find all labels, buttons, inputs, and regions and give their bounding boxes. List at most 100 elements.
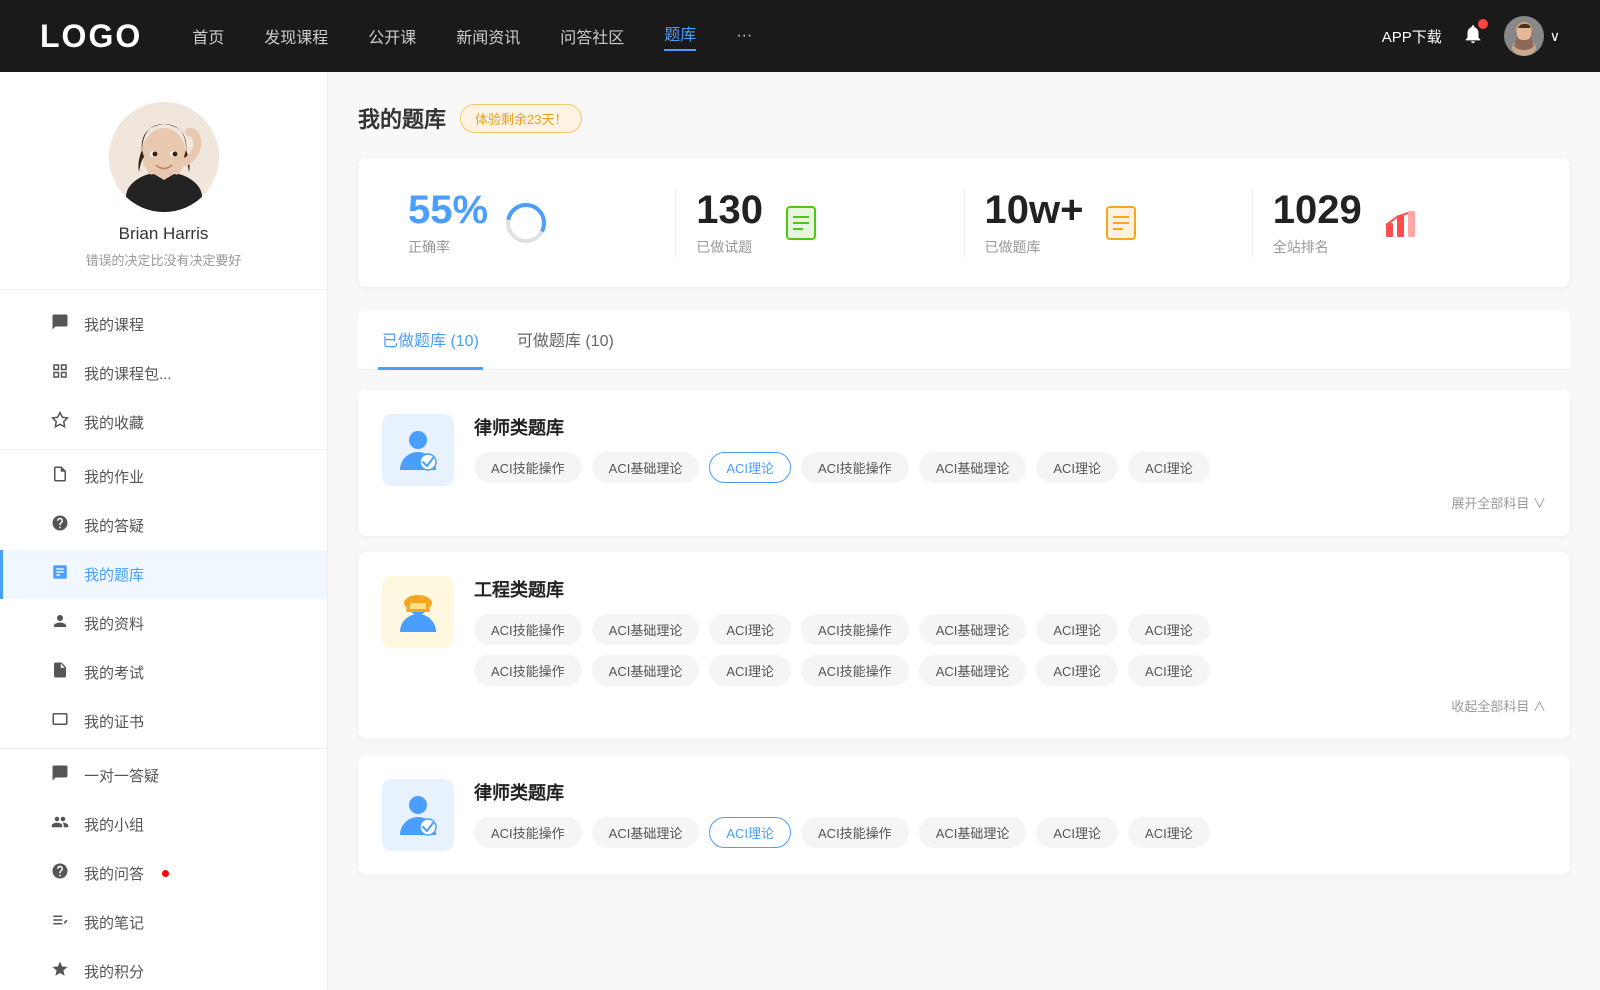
chevron-down-icon: ∨ bbox=[1550, 28, 1560, 45]
sidebar-item-notes[interactable]: 我的笔记 bbox=[0, 898, 327, 947]
tutoring-icon bbox=[50, 764, 70, 787]
sidebar-item-cert-label: 我的证书 bbox=[84, 711, 144, 732]
tag[interactable]: ACI基础理论 bbox=[919, 614, 1027, 645]
notification-bell[interactable] bbox=[1462, 23, 1484, 50]
sidebar-item-profile[interactable]: 我的资料 bbox=[0, 599, 327, 648]
tag[interactable]: ACI基础理论 bbox=[919, 817, 1027, 848]
sidebar-item-homework[interactable]: 我的作业 bbox=[0, 452, 327, 501]
profile-section: Brian Harris 错误的决定比没有决定要好 bbox=[0, 102, 327, 290]
logo: LOGO bbox=[40, 18, 142, 55]
tag[interactable]: ACI基础理论 bbox=[592, 655, 700, 686]
app-download-link[interactable]: APP下载 bbox=[1382, 26, 1442, 47]
user-avatar-wrapper[interactable]: ∨ bbox=[1504, 16, 1560, 56]
sidebar-item-course[interactable]: 我的课程 bbox=[0, 300, 327, 349]
nav-discover[interactable]: 发现课程 bbox=[264, 24, 328, 48]
bar-chart-icon bbox=[1378, 201, 1422, 245]
sidebar-item-tutoring[interactable]: 一对一答疑 bbox=[0, 751, 327, 800]
bank-2-tags-row2: ACI技能操作 ACI基础理论 ACI理论 ACI技能操作 ACI基础理论 AC… bbox=[474, 655, 1546, 686]
tag[interactable]: ACI基础理论 bbox=[919, 655, 1027, 686]
bank-1-icon bbox=[382, 414, 454, 486]
sidebar-item-cert[interactable]: 我的证书 bbox=[0, 697, 327, 746]
bank-header-1: 律师类题库 ACI技能操作 ACI基础理论 ACI理论 ACI技能操作 ACI基… bbox=[382, 414, 1546, 512]
bank-2-expand[interactable]: 收起全部科目 ∧ bbox=[474, 696, 1546, 715]
profile-motto: 错误的决定比没有决定要好 bbox=[20, 250, 307, 269]
sidebar-item-points[interactable]: 我的积分 bbox=[0, 947, 327, 990]
bank-2-icon bbox=[382, 576, 454, 648]
header-right: APP下载 ∨ bbox=[1382, 16, 1560, 56]
divider-1 bbox=[0, 449, 327, 450]
bank-1-tags: ACI技能操作 ACI基础理论 ACI理论 ACI技能操作 ACI基础理论 AC… bbox=[474, 452, 1546, 483]
profile-avatar bbox=[109, 102, 219, 212]
bank-1-info: 律师类题库 ACI技能操作 ACI基础理论 ACI理论 ACI技能操作 ACI基… bbox=[474, 414, 1546, 512]
main-container: Brian Harris 错误的决定比没有决定要好 我的课程 我的课程包... bbox=[0, 72, 1600, 990]
tag-active[interactable]: ACI理论 bbox=[709, 817, 791, 848]
stat-done-banks-number: 10w+ bbox=[985, 188, 1084, 233]
nav-home[interactable]: 首页 bbox=[192, 24, 224, 48]
sidebar-item-qa-label: 我的答疑 bbox=[84, 515, 144, 536]
bank-2-info: 工程类题库 ACI技能操作 ACI基础理论 ACI理论 ACI技能操作 ACI基… bbox=[474, 576, 1546, 715]
tag[interactable]: ACI理论 bbox=[1128, 817, 1210, 848]
tag[interactable]: ACI理论 bbox=[1036, 655, 1118, 686]
main-nav: 首页 发现课程 公开课 新闻资讯 问答社区 题库 ··· bbox=[192, 21, 752, 51]
tag[interactable]: ACI理论 bbox=[709, 655, 791, 686]
favorites-icon bbox=[50, 411, 70, 434]
tag[interactable]: ACI基础理论 bbox=[592, 452, 700, 483]
tag[interactable]: ACI技能操作 bbox=[801, 614, 909, 645]
stat-done-banks-label: 已做题库 bbox=[985, 237, 1084, 257]
sidebar-item-points-label: 我的积分 bbox=[84, 961, 144, 982]
profile-name: Brian Harris bbox=[20, 224, 307, 244]
stat-rank-number: 1029 bbox=[1273, 188, 1362, 233]
tag[interactable]: ACI技能操作 bbox=[801, 452, 909, 483]
tag[interactable]: ACI理论 bbox=[1128, 452, 1210, 483]
tag[interactable]: ACI技能操作 bbox=[474, 817, 582, 848]
sidebar-item-homework-label: 我的作业 bbox=[84, 466, 144, 487]
tag[interactable]: ACI技能操作 bbox=[474, 452, 582, 483]
tag[interactable]: ACI技能操作 bbox=[801, 817, 909, 848]
notification-badge bbox=[1478, 19, 1488, 29]
sidebar-item-course-pkg[interactable]: 我的课程包... bbox=[0, 349, 327, 398]
tag[interactable]: ACI基础理论 bbox=[592, 614, 700, 645]
nav-bank[interactable]: 题库 bbox=[664, 21, 696, 51]
tab-available[interactable]: 可做题库 (10) bbox=[513, 311, 618, 370]
tag[interactable]: ACI基础理论 bbox=[592, 817, 700, 848]
nav-more[interactable]: ··· bbox=[736, 27, 752, 45]
tag[interactable]: ACI技能操作 bbox=[474, 655, 582, 686]
tag[interactable]: ACI理论 bbox=[709, 614, 791, 645]
sidebar-item-favorites[interactable]: 我的收藏 bbox=[0, 398, 327, 447]
stat-accuracy: 55% 正确率 bbox=[388, 188, 676, 257]
tag[interactable]: ACI理论 bbox=[1036, 614, 1118, 645]
sidebar-item-favorites-label: 我的收藏 bbox=[84, 412, 144, 433]
tab-done[interactable]: 已做题库 (10) bbox=[378, 311, 483, 370]
tag[interactable]: ACI技能操作 bbox=[474, 614, 582, 645]
stat-done-questions-number: 130 bbox=[696, 188, 763, 233]
points-icon bbox=[50, 960, 70, 983]
bank-2-tags-row1: ACI技能操作 ACI基础理论 ACI理论 ACI技能操作 ACI基础理论 AC… bbox=[474, 614, 1546, 645]
sidebar-item-qa[interactable]: 我的答疑 bbox=[0, 501, 327, 550]
bank-header-2: 工程类题库 ACI技能操作 ACI基础理论 ACI理论 ACI技能操作 ACI基… bbox=[382, 576, 1546, 715]
tag[interactable]: ACI理论 bbox=[1128, 614, 1210, 645]
tag[interactable]: ACI技能操作 bbox=[801, 655, 909, 686]
bank-1-expand[interactable]: 展开全部科目 ∨ bbox=[474, 493, 1546, 512]
sidebar-item-question[interactable]: 我的问答 bbox=[0, 849, 327, 898]
nav-news[interactable]: 新闻资讯 bbox=[456, 24, 520, 48]
bank-section-2: 工程类题库 ACI技能操作 ACI基础理论 ACI理论 ACI技能操作 ACI基… bbox=[358, 552, 1570, 739]
tag[interactable]: ACI基础理论 bbox=[919, 452, 1027, 483]
profile-icon bbox=[50, 612, 70, 635]
nav-open[interactable]: 公开课 bbox=[368, 24, 416, 48]
sidebar-item-bank[interactable]: 我的题库 bbox=[0, 550, 327, 599]
tag[interactable]: ACI理论 bbox=[1036, 817, 1118, 848]
homework-icon bbox=[50, 465, 70, 488]
group-icon bbox=[50, 813, 70, 836]
tag[interactable]: ACI理论 bbox=[1128, 655, 1210, 686]
doc-green-icon bbox=[779, 201, 823, 245]
nav-qa[interactable]: 问答社区 bbox=[560, 24, 624, 48]
tag-active[interactable]: ACI理论 bbox=[709, 452, 791, 483]
sidebar-item-profile-label: 我的资料 bbox=[84, 613, 144, 634]
tag[interactable]: ACI理论 bbox=[1036, 452, 1118, 483]
bank-section-1: 律师类题库 ACI技能操作 ACI基础理论 ACI理论 ACI技能操作 ACI基… bbox=[358, 390, 1570, 536]
qa-icon bbox=[50, 514, 70, 537]
sidebar-item-group[interactable]: 我的小组 bbox=[0, 800, 327, 849]
sidebar-item-exam[interactable]: 我的考试 bbox=[0, 648, 327, 697]
trial-badge: 体验剩余23天！ bbox=[460, 104, 582, 133]
sidebar-item-exam-label: 我的考试 bbox=[84, 662, 144, 683]
